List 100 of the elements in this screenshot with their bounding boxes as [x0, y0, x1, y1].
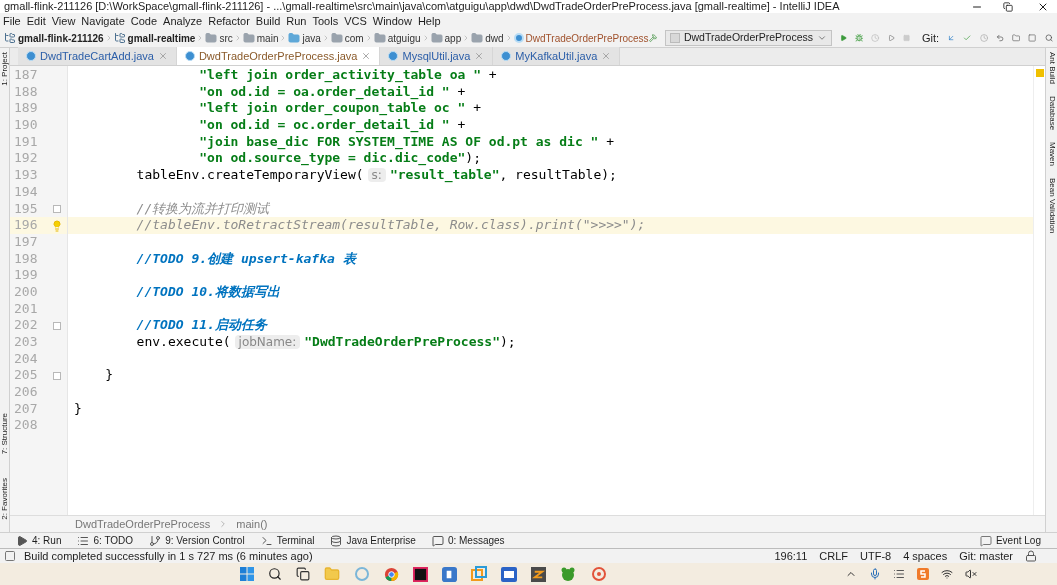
nav-crumb[interactable]: dwd	[471, 30, 504, 46]
status-item[interactable]: 196:11	[774, 547, 808, 565]
nav-crumb[interactable]: app	[430, 30, 462, 46]
editor-tab[interactable]: MysqlUtil.java	[380, 47, 494, 65]
status-item[interactable]: CRLF	[819, 547, 848, 565]
menu-item[interactable]: Build	[252, 12, 284, 30]
app-icon[interactable]	[559, 566, 576, 582]
wifi-icon[interactable]	[941, 568, 953, 580]
code-text: "DwdTradeOrderPreProcess"	[304, 334, 500, 351]
start-icon[interactable]	[239, 567, 254, 581]
tool-window-tab[interactable]: Bean Validation	[1045, 178, 1057, 234]
menu-item[interactable]: Edit	[23, 12, 49, 30]
menu-item[interactable]: Window	[369, 12, 415, 30]
search-icon[interactable]	[267, 567, 282, 581]
app-icon[interactable]	[353, 566, 370, 582]
fold-icon[interactable]	[52, 371, 61, 380]
menu-item[interactable]: Analyze	[160, 12, 206, 30]
tool-window-tab[interactable]: Ant Build	[1045, 52, 1057, 85]
tool-window-button[interactable]: Terminal	[260, 533, 315, 548]
fold-icon[interactable]	[52, 204, 61, 213]
nav-crumb[interactable]: src	[205, 30, 233, 46]
close-tab-icon[interactable]	[474, 51, 485, 61]
input-method-icon[interactable]	[917, 568, 929, 580]
line-number: 187	[13, 67, 39, 84]
status-item[interactable]: 4 spaces	[903, 547, 948, 565]
browser-icon[interactable]	[383, 566, 399, 582]
editor-tab[interactable]: DwdTradeCartAdd.java	[18, 47, 177, 65]
profile-icon[interactable]	[887, 32, 895, 44]
menu-item[interactable]: Navigate	[78, 12, 128, 30]
menu-item[interactable]: VCS	[341, 12, 370, 30]
close-tab-icon[interactable]	[601, 51, 612, 61]
menu-item[interactable]: File	[0, 12, 24, 30]
ide-icon[interactable]	[412, 566, 428, 582]
menu-item[interactable]: View	[48, 12, 79, 30]
lock-icon[interactable]	[1025, 550, 1037, 562]
code-text: "left join order_activity_table oa "	[198, 67, 481, 84]
lightbulb-icon[interactable]	[50, 219, 63, 232]
run-icon[interactable]	[840, 32, 848, 44]
editor-tab[interactable]: DwdTradeOrderPreProcess.java	[176, 47, 381, 65]
menu-item[interactable]: Help	[414, 12, 444, 30]
breadcrumb-item[interactable]: main()	[236, 515, 268, 533]
app-icon[interactable]	[441, 566, 457, 582]
nav-crumb[interactable]: com	[330, 30, 364, 46]
fold-icon[interactable]	[52, 321, 61, 330]
line-number: 193	[13, 167, 39, 184]
tool-window-tab[interactable]: Maven	[1045, 142, 1057, 167]
tool-window-tab[interactable]: Database	[1045, 96, 1057, 131]
microphone-icon[interactable]	[869, 568, 881, 580]
build-icon[interactable]	[648, 31, 657, 45]
folder-icon	[373, 32, 386, 44]
close-tab-icon[interactable]	[361, 51, 372, 61]
document-app-icon[interactable]	[500, 566, 517, 582]
code-text: }	[104, 367, 114, 385]
tool-window-button[interactable]: Java Enterprise	[330, 533, 416, 548]
nav-crumb[interactable]: atguigu	[373, 30, 421, 46]
nav-crumb[interactable]: main	[242, 30, 279, 46]
tool-window-button[interactable]: 6: TODO	[77, 533, 134, 548]
nav-crumb[interactable]: gmall-flink-211126	[4, 30, 104, 46]
menu-item[interactable]: Refactor	[205, 12, 253, 30]
muted-speaker-icon[interactable]	[965, 568, 977, 580]
app-icon[interactable]	[589, 566, 606, 582]
code-text: );	[465, 150, 481, 168]
coverage-icon[interactable]	[871, 31, 880, 45]
run-config-dropdown[interactable]: DwdTradeOrderPreProcess	[664, 30, 833, 46]
history-icon[interactable]	[979, 31, 988, 45]
code-text: }	[74, 400, 82, 418]
menu-item[interactable]: Code	[127, 12, 161, 30]
status-item[interactable]: Git: master	[959, 547, 1013, 565]
editor-app-icon[interactable]	[530, 566, 546, 582]
window-icon[interactable]	[1028, 31, 1037, 45]
status-icon[interactable]	[4, 550, 16, 562]
branch-icon	[149, 534, 162, 547]
tool-window-tab[interactable]: 7: Structure	[0, 412, 11, 455]
code-text: +	[456, 117, 466, 134]
task-view-icon[interactable]	[295, 567, 310, 581]
menu-item[interactable]: Tools	[309, 12, 342, 30]
crumb-label: java	[302, 31, 321, 46]
line-number: 194	[13, 183, 39, 201]
tool-window-button[interactable]: 0: Messages	[431, 533, 505, 548]
close-tab-icon[interactable]	[157, 51, 168, 61]
status-item[interactable]: UTF-8	[860, 547, 892, 565]
app-icon[interactable]	[470, 566, 487, 582]
nav-crumb[interactable]: gmall-realtime	[113, 30, 196, 46]
tool-window-button[interactable]: 9: Version Control	[149, 533, 245, 548]
menu-item[interactable]: Run	[283, 12, 310, 30]
tool-window-tab[interactable]: 1: Project	[0, 52, 11, 86]
restore-icon[interactable]	[1003, 1, 1013, 12]
breadcrumb-item[interactable]: DwdTradeOrderPreProcess	[75, 515, 211, 533]
line-number: 198	[13, 250, 39, 268]
tool-window-button[interactable]: 4: Run	[16, 533, 62, 548]
event-log-button[interactable]: Event Log	[979, 533, 1041, 548]
nav-crumb[interactable]: java	[288, 30, 321, 46]
status-message: Build completed successfully in 1 s 727 ms (6 minutes ago)	[24, 548, 314, 564]
folder-icon[interactable]	[323, 566, 340, 582]
code-text: "result_table"	[389, 167, 500, 184]
debug-icon[interactable]	[855, 31, 864, 45]
crumb-label: dwd	[485, 31, 504, 46]
editor-tab[interactable]: MyKafkaUtil.java	[493, 47, 621, 65]
tool-window-tab[interactable]: 2: Favorites	[0, 478, 11, 520]
stop-icon[interactable]	[902, 32, 910, 44]
